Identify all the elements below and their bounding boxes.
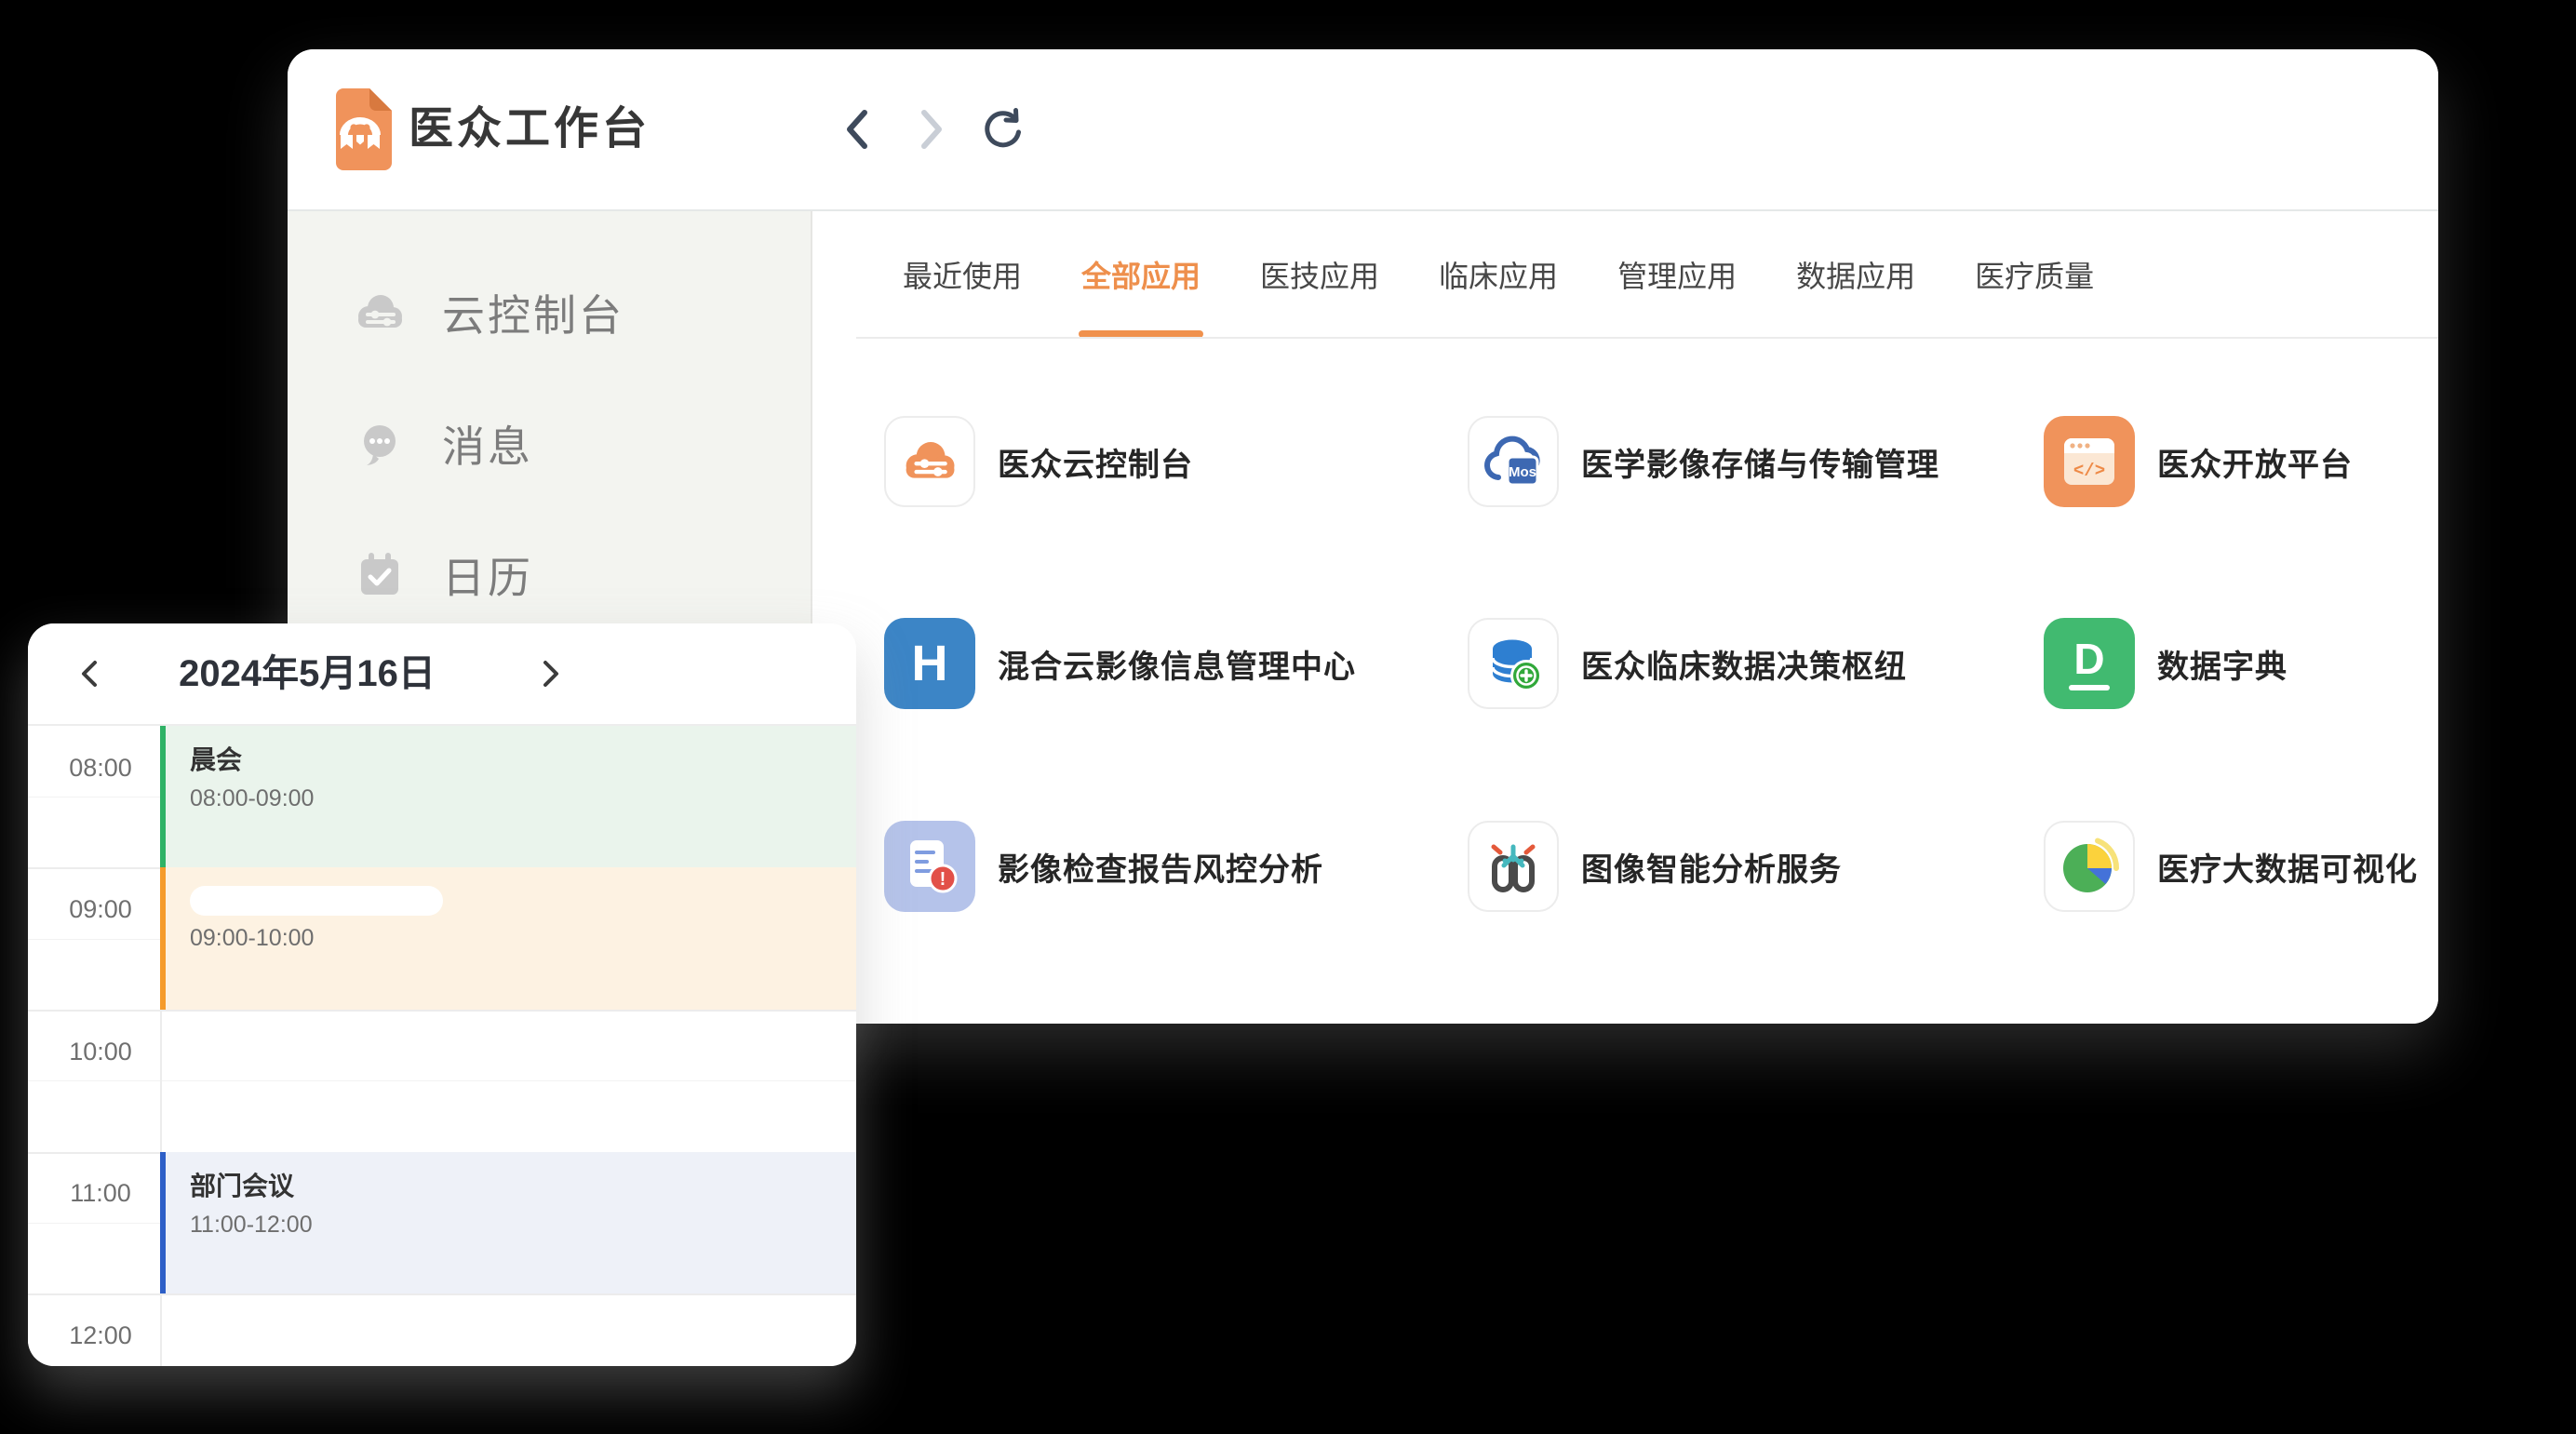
cloud-console-icon xyxy=(353,286,407,340)
event-time: 09:00-10:00 xyxy=(190,924,856,952)
svg-text:Mos: Mos xyxy=(1509,464,1536,480)
calendar-check-icon xyxy=(353,548,407,602)
hybrid-cloud-h-icon: H xyxy=(884,618,975,709)
app-pacs[interactable]: Mos 医学影像存储与传输管理 xyxy=(1468,416,2026,507)
tabs-divider xyxy=(856,337,2438,339)
app-label: 医众临床数据决策枢纽 xyxy=(1581,641,1907,687)
chevron-left-icon xyxy=(77,658,101,690)
report-alert-icon: ! xyxy=(884,821,975,912)
message-bubble-icon xyxy=(353,417,407,471)
d-underline xyxy=(2069,685,2110,690)
lungs-ai-icon xyxy=(1468,821,1559,912)
calendar-next-button[interactable] xyxy=(525,648,577,700)
cloud-mos-icon: Mos xyxy=(1468,416,1559,507)
forward-icon xyxy=(915,105,948,154)
time-label: 10:00 xyxy=(28,1038,160,1066)
event-time: 11:00-12:00 xyxy=(190,1211,856,1239)
app-cloud-console[interactable]: 医众云控制台 xyxy=(884,416,1442,507)
event-title: 晨会 xyxy=(190,744,856,776)
app-label: 影像检查报告风控分析 xyxy=(998,844,1323,890)
tab-medtech[interactable]: 医技应用 xyxy=(1258,211,1381,338)
chevron-right-icon xyxy=(539,658,563,690)
tab-clinical[interactable]: 临床应用 xyxy=(1437,211,1560,338)
sidebar-item-messages[interactable]: 消息 xyxy=(288,393,811,495)
app-label: 医众开放平台 xyxy=(2157,439,2353,485)
tab-quality[interactable]: 医疗质量 xyxy=(1973,211,2096,338)
app-image-ai-analysis[interactable]: 图像智能分析服务 xyxy=(1468,821,2026,912)
calendar-panel: 2024年5月16日 08:00 09:00 10:00 11:00 12: xyxy=(28,623,856,1366)
time-label: 09:00 xyxy=(28,895,160,924)
screen: 医众工作台 xyxy=(0,0,2576,1434)
tab-bar: 最近使用 全部应用 医技应用 临床应用 管理应用 数据应用 医疗质量 xyxy=(901,211,2096,338)
time-label: 08:00 xyxy=(28,754,160,783)
time-label: 11:00 xyxy=(28,1179,160,1208)
content-area: 最近使用 全部应用 医技应用 临床应用 管理应用 数据应用 医疗质量 xyxy=(812,211,2438,1024)
app-label: 图像智能分析服务 xyxy=(1581,844,1842,890)
hour-line xyxy=(28,1293,856,1295)
sidebar-item-cloud-console[interactable]: 云控制台 xyxy=(288,261,811,364)
sidebar-item-calendar[interactable]: 日历 xyxy=(288,524,811,626)
calendar-prev-button[interactable] xyxy=(63,648,115,700)
tab-management[interactable]: 管理应用 xyxy=(1616,211,1738,338)
app-logo-icon xyxy=(329,87,392,172)
database-plus-icon xyxy=(1468,618,1559,709)
calendar-date-title: 2024年5月16日 xyxy=(158,623,456,724)
app-report-risk-analysis[interactable]: ! 影像检查报告风控分析 xyxy=(884,821,1442,912)
window-header: 医众工作台 xyxy=(288,49,2438,211)
app-label: 混合云影像信息管理中心 xyxy=(998,641,1356,687)
tab-recent[interactable]: 最近使用 xyxy=(901,211,1024,338)
svg-text:!: ! xyxy=(940,869,946,890)
forward-button[interactable] xyxy=(909,101,954,157)
app-clinical-data-hub[interactable]: 医众临床数据决策枢纽 xyxy=(1468,618,2026,709)
open-platform-code-icon: </> xyxy=(2044,416,2135,507)
calendar-header: 2024年5月16日 xyxy=(28,623,856,726)
refresh-button[interactable] xyxy=(980,101,1025,157)
hour-line xyxy=(28,1010,856,1012)
app-data-dictionary[interactable]: D 数据字典 xyxy=(2044,618,2438,709)
half-hour-line xyxy=(28,1080,856,1081)
app-label: 医众云控制台 xyxy=(998,439,1193,485)
app-label: 医学影像存储与传输管理 xyxy=(1581,439,1939,485)
svg-text:</>: </> xyxy=(2073,461,2105,481)
dictionary-d-icon: D xyxy=(2044,618,2135,709)
back-icon xyxy=(840,105,874,154)
app-bigdata-visualization[interactable]: 医疗大数据可视化 xyxy=(2044,821,2438,912)
time-label: 12:00 xyxy=(28,1321,160,1350)
tab-data[interactable]: 数据应用 xyxy=(1794,211,1917,338)
refresh-icon xyxy=(980,107,1025,152)
calendar-event-department-meeting[interactable]: 部门会议 11:00-12:00 xyxy=(160,1152,856,1293)
calendar-body: 08:00 09:00 10:00 11:00 12:00 晨会 08:00-0… xyxy=(28,726,856,1366)
event-title: 部门会议 xyxy=(190,1171,856,1202)
sidebar-item-label: 云控制台 xyxy=(442,282,624,343)
app-label: 数据字典 xyxy=(2157,641,2288,687)
back-button[interactable] xyxy=(835,101,879,157)
calendar-event-redacted[interactable]: 09:00-10:00 xyxy=(160,867,856,1010)
calendar-event-morning-meeting[interactable]: 晨会 08:00-09:00 xyxy=(160,726,856,867)
app-hybrid-cloud-center[interactable]: H 混合云影像信息管理中心 xyxy=(884,618,1442,709)
app-label: 医疗大数据可视化 xyxy=(2157,844,2418,890)
app-open-platform[interactable]: </> 医众开放平台 xyxy=(2044,416,2438,507)
cloud-settings-icon xyxy=(884,416,975,507)
event-title-redacted-pill xyxy=(190,886,443,916)
sidebar-item-label: 日历 xyxy=(442,544,533,606)
app-title: 医众工作台 xyxy=(409,94,651,165)
sidebar-item-label: 消息 xyxy=(442,413,533,475)
pie-chart-icon xyxy=(2044,821,2135,912)
tab-all-apps[interactable]: 全部应用 xyxy=(1080,211,1202,338)
event-time: 08:00-09:00 xyxy=(190,784,856,812)
